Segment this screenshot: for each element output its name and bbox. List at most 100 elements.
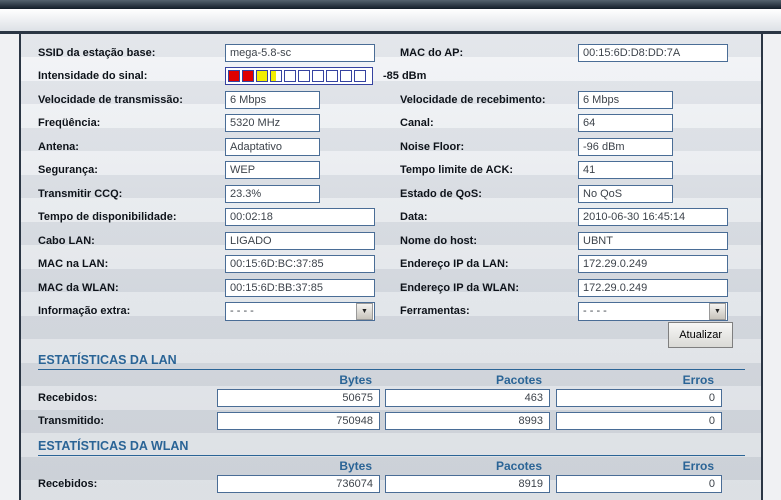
wlan-received-label: Recebidos:: [38, 478, 98, 490]
status-form: SSID da estação base: MAC do AP: Intensi…: [21, 34, 761, 348]
top-strip: [0, 9, 781, 31]
form-row-tx-rx-rate: Velocidade de transmissão: Velocidade de…: [21, 88, 761, 112]
lan-transmitted-packets[interactable]: [385, 412, 550, 430]
lan-transmitted-errors[interactable]: [556, 412, 722, 430]
signal-bar-empty: [326, 70, 338, 83]
lan-received-label: Recebidos:: [38, 392, 98, 404]
qos-status-field[interactable]: [578, 184, 673, 203]
label-qos-status: Estado de QoS:: [400, 187, 482, 200]
wlan-stats-title: ESTATÍSTICAS DA WLAN: [38, 439, 745, 456]
lan-received-errors[interactable]: [556, 389, 722, 407]
label-tx-ccq: Transmitir CCQ:: [38, 187, 123, 200]
label-channel: Canal:: [400, 117, 434, 130]
label-rx-rate: Velocidade de recebimento:: [400, 93, 546, 106]
lan-mac-field[interactable]: [225, 255, 375, 274]
signal-bar-half-yellow: [270, 70, 282, 83]
label-security: Segurança:: [38, 164, 98, 177]
label-lan-mac: MAC na LAN:: [38, 258, 109, 271]
lan-stats-headers: Bytes Pacotes Erros: [21, 373, 761, 387]
lan-received-packets[interactable]: [385, 389, 550, 407]
label-tools: Ferramentas:: [400, 305, 470, 318]
label-extra-info: Informação extra:: [38, 305, 131, 318]
form-row-lanmac-lanip: MAC na LAN: Endereço IP da LAN:: [21, 253, 761, 277]
wlan-mac-field[interactable]: [225, 278, 375, 297]
label-frequency: Freqüência:: [38, 117, 101, 130]
label-signal-strength: Intensidade do sinal:: [38, 70, 148, 83]
tx-rate-field[interactable]: [225, 90, 320, 109]
lan-stats-title: ESTATÍSTICAS DA LAN: [38, 353, 745, 370]
wlan-received-packets[interactable]: [385, 475, 550, 493]
label-base-ssid: SSID da estação base:: [38, 46, 156, 59]
ap-mac-field[interactable]: [578, 43, 728, 62]
label-ap-mac: MAC do AP:: [400, 46, 464, 59]
label-wlan-mac: MAC da WLAN:: [38, 281, 119, 294]
extra-info-dropdown-value: - - - -: [230, 305, 254, 318]
status-panel: SSID da estação base: MAC do AP: Intensi…: [19, 34, 763, 500]
channel-field[interactable]: [578, 114, 673, 133]
lan-received-row: Recebidos:: [21, 387, 761, 410]
uptime-field[interactable]: [225, 208, 375, 227]
chevron-down-icon[interactable]: ▼: [709, 302, 726, 320]
form-row-extra-tools: Informação extra: - - - - ▼ Ferramentas:…: [21, 300, 761, 324]
lan-transmitted-label: Transmitido:: [38, 415, 105, 427]
form-row-wlanmac-wlanip: MAC da WLAN: Endereço IP da WLAN:: [21, 276, 761, 300]
tools-dropdown[interactable]: - - - - ▼: [578, 301, 728, 321]
label-lan-cable: Cabo LAN:: [38, 234, 95, 247]
form-row-refresh: Atualizar: [21, 321, 761, 348]
signal-bar-empty: [312, 70, 324, 83]
label-wlan-ip: Endereço IP da WLAN:: [400, 281, 519, 294]
lan-header-packets: Pacotes: [495, 372, 542, 387]
antenna-field[interactable]: [225, 137, 320, 156]
signal-bar-empty: [340, 70, 352, 83]
form-row-freq-channel: Freqüência: Canal:: [21, 112, 761, 136]
tools-dropdown-value: - - - -: [583, 305, 607, 318]
date-field[interactable]: [578, 208, 728, 227]
form-row-lancable-host: Cabo LAN: Nome do host:: [21, 229, 761, 253]
wlan-received-bytes[interactable]: [217, 475, 380, 493]
signal-bar-full-red: [228, 70, 240, 83]
security-field[interactable]: [225, 161, 320, 180]
wlan-header-errors: Erros: [682, 458, 714, 473]
lan-stats-section: ESTATÍSTICAS DA LAN Bytes Pacotes Erros …: [21, 353, 761, 433]
wlan-ip-field[interactable]: [578, 278, 728, 297]
rx-rate-field[interactable]: [578, 90, 673, 109]
label-tx-rate: Velocidade de transmissão:: [38, 93, 183, 106]
chevron-down-icon[interactable]: ▼: [356, 302, 373, 320]
label-uptime: Tempo de disponibilidade:: [38, 211, 177, 224]
hostname-field[interactable]: [578, 231, 728, 250]
signal-bar-empty: [354, 70, 366, 83]
ack-timeout-field[interactable]: [578, 161, 673, 180]
label-date: Data:: [400, 211, 428, 224]
label-antenna: Antena:: [38, 140, 79, 153]
lan-ip-field[interactable]: [578, 255, 728, 274]
signal-dbm-value: -85 dBm: [383, 70, 427, 83]
frequency-field[interactable]: [225, 114, 320, 133]
form-row-ccq-qos: Transmitir CCQ: Estado de QoS:: [21, 182, 761, 206]
lan-transmitted-bytes[interactable]: [217, 412, 380, 430]
lan-received-bytes[interactable]: [217, 389, 380, 407]
signal-bar-full-red: [242, 70, 254, 83]
wlan-stats-section: ESTATÍSTICAS DA WLAN Bytes Pacotes Erros…: [21, 439, 761, 496]
extra-info-dropdown[interactable]: - - - - ▼: [225, 301, 375, 321]
top-navy-bar: [0, 0, 781, 9]
label-lan-ip: Endereço IP da LAN:: [400, 258, 509, 271]
form-row-security-ack: Segurança: Tempo limite de ACK:: [21, 159, 761, 183]
lan-header-bytes: Bytes: [339, 372, 372, 387]
noise-floor-field[interactable]: [578, 137, 673, 156]
tx-ccq-field[interactable]: [225, 184, 320, 203]
form-row-ssid-mac: SSID da estação base: MAC do AP:: [21, 41, 761, 65]
lan-transmitted-row: Transmitido:: [21, 410, 761, 433]
wlan-stats-headers: Bytes Pacotes Erros: [21, 459, 761, 473]
wlan-header-bytes: Bytes: [339, 458, 372, 473]
form-row-antenna-noise: Antena: Noise Floor:: [21, 135, 761, 159]
lan-cable-field[interactable]: [225, 231, 375, 250]
base-ssid-field[interactable]: [225, 43, 375, 62]
refresh-button[interactable]: Atualizar: [668, 321, 733, 348]
signal-bar-full-yellow: [256, 70, 268, 83]
wlan-received-errors[interactable]: [556, 475, 722, 493]
wlan-header-packets: Pacotes: [495, 458, 542, 473]
signal-bar-empty: [298, 70, 310, 83]
form-row-uptime-date: Tempo de disponibilidade: Data:: [21, 206, 761, 230]
label-ack-timeout: Tempo limite de ACK:: [400, 164, 514, 177]
lan-header-errors: Erros: [682, 372, 714, 387]
